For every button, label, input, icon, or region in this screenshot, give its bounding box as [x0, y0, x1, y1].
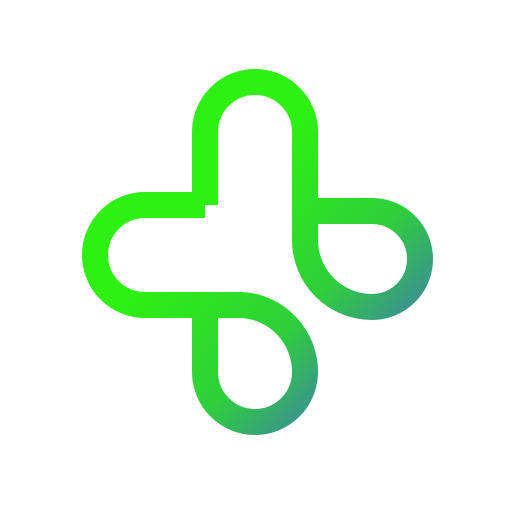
logo-canvas: [0, 0, 512, 512]
plus-cross-logo-icon: [82, 69, 433, 435]
logo-outline: [82, 69, 433, 435]
